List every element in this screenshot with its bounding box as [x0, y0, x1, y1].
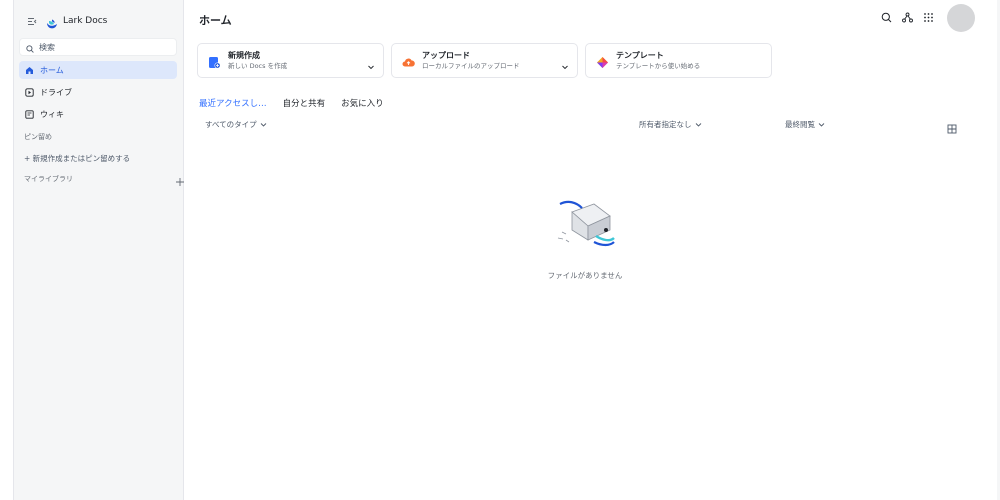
- grid-view-icon[interactable]: [947, 119, 957, 134]
- card-title: アップロード: [422, 51, 470, 60]
- sidebar-collapse-icon[interactable]: [26, 15, 38, 27]
- chevron-down-icon[interactable]: [561, 56, 569, 70]
- app-window: Lark Docs 検索 ホーム ドライブ ウィキ ピン留め + 新規作成または…: [0, 0, 1000, 500]
- sidebar-header: Lark Docs: [26, 12, 107, 30]
- empty-state-text: ファイルがありません: [547, 271, 623, 280]
- sidebar-item-drive[interactable]: ドライブ: [19, 83, 177, 101]
- home-icon: [25, 66, 34, 75]
- chevron-down-icon: [260, 121, 267, 128]
- card-subtitle: ローカルファイルのアップロード: [422, 62, 520, 70]
- sort-label: 最終閲覧: [785, 120, 815, 129]
- tab-favorites[interactable]: お気に入り: [341, 97, 384, 109]
- sidebar-item-label: ホーム: [40, 65, 64, 75]
- search-icon[interactable]: [881, 12, 892, 23]
- main-content: ホーム 新規作成 新しい Docs を作成 アップロード ローカルファイルのアッ…: [185, 0, 1000, 500]
- page-title: ホーム: [199, 14, 232, 27]
- sidebar-item-wiki[interactable]: ウィキ: [19, 105, 177, 123]
- new-doc-icon: [208, 54, 221, 69]
- template-card[interactable]: テンプレート テンプレートから使い始める: [585, 43, 772, 78]
- file-tabs: 最近アクセスし… 自分と共有 お気に入り: [199, 97, 400, 109]
- sidebar: Lark Docs 検索 ホーム ドライブ ウィキ ピン留め + 新規作成または…: [14, 0, 184, 500]
- window-edge: [0, 0, 14, 500]
- sidebar-item-label: ドライブ: [40, 87, 72, 97]
- card-text: テンプレート テンプレートから使い始める: [616, 50, 700, 71]
- card-text: 新規作成 新しい Docs を作成: [228, 50, 287, 71]
- empty-box-illustration: [550, 190, 620, 260]
- sidebar-search-input[interactable]: 検索: [19, 38, 177, 56]
- chevron-down-icon: [818, 121, 825, 128]
- avatar[interactable]: [947, 4, 975, 32]
- owner-filter-label: 所有者指定なし: [639, 120, 692, 129]
- app-title: Lark Docs: [63, 16, 108, 26]
- type-filter-dropdown[interactable]: すべてのタイプ: [205, 119, 267, 130]
- sort-dropdown[interactable]: 最終閲覧: [785, 119, 825, 130]
- top-toolbar: [881, 12, 944, 23]
- my-library-label: マイライブラリ: [24, 175, 73, 183]
- pins-section-label: ピン留め: [24, 133, 52, 141]
- search-placeholder: 検索: [39, 42, 55, 52]
- template-icon: [596, 54, 609, 68]
- drive-icon: [25, 87, 34, 97]
- card-subtitle: テンプレートから使い始める: [616, 62, 701, 70]
- card-title: 新規作成: [228, 51, 260, 60]
- new-doc-card[interactable]: 新規作成 新しい Docs を作成: [197, 43, 384, 78]
- new-or-pin-link[interactable]: + 新規作成またはピン留めする: [24, 153, 130, 164]
- chevron-down-icon: [695, 121, 702, 128]
- tab-recent[interactable]: 最近アクセスし…: [199, 97, 267, 109]
- type-filter-label: すべてのタイプ: [205, 120, 257, 129]
- upload-cloud-icon: [402, 54, 415, 67]
- lark-logo-icon: [46, 15, 58, 29]
- wiki-icon: [25, 109, 34, 119]
- sidebar-item-label: ウィキ: [40, 109, 64, 119]
- card-subtitle: 新しい Docs を作成: [228, 62, 288, 70]
- owner-filter-dropdown[interactable]: 所有者指定なし: [639, 119, 702, 130]
- apps-grid-icon[interactable]: [923, 12, 934, 23]
- card-title: テンプレート: [616, 51, 664, 60]
- upload-card[interactable]: アップロード ローカルファイルのアップロード: [391, 43, 578, 78]
- tab-shared-with-me[interactable]: 自分と共有: [283, 97, 326, 109]
- share-network-icon[interactable]: [902, 12, 913, 23]
- chevron-down-icon[interactable]: [367, 56, 375, 70]
- add-library-icon[interactable]: [175, 172, 185, 186]
- card-text: アップロード ローカルファイルのアップロード: [422, 50, 520, 71]
- sidebar-item-home[interactable]: ホーム: [19, 61, 177, 79]
- search-icon: [26, 38, 34, 57]
